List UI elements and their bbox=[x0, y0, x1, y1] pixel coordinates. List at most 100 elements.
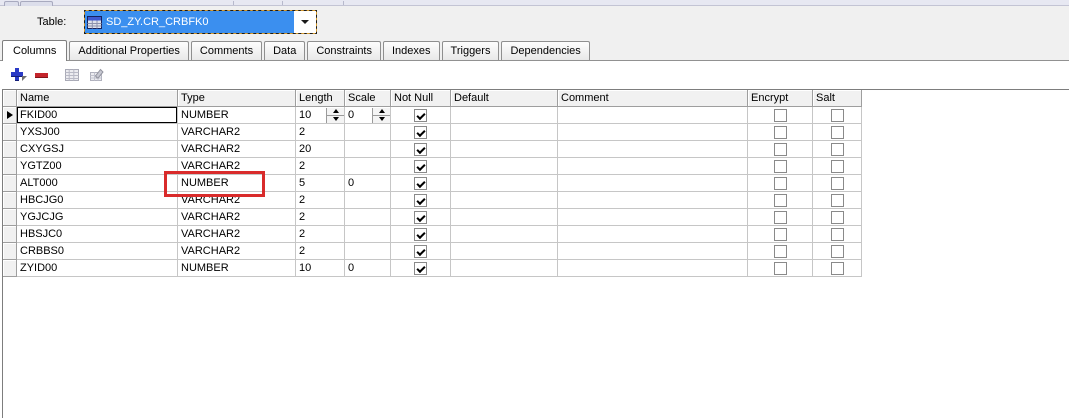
spinner-control[interactable] bbox=[326, 107, 344, 123]
cell-scale[interactable] bbox=[345, 158, 391, 175]
encrypt-checkbox[interactable] bbox=[773, 244, 787, 258]
cell-scale[interactable] bbox=[345, 124, 391, 141]
salt-checkbox[interactable] bbox=[830, 176, 844, 190]
cell-length[interactable]: 10 bbox=[296, 260, 345, 277]
row-selector[interactable] bbox=[3, 124, 17, 141]
cell-salt[interactable] bbox=[813, 192, 862, 209]
row-selector[interactable] bbox=[3, 158, 17, 175]
cell-scale[interactable]: 0 bbox=[345, 175, 391, 192]
cell-type[interactable]: VARCHAR2 bbox=[178, 226, 296, 243]
cell-length[interactable]: 10 bbox=[296, 107, 345, 124]
cell-type[interactable]: VARCHAR2 bbox=[178, 141, 296, 158]
encrypt-checkbox[interactable] bbox=[773, 261, 787, 275]
salt-checkbox[interactable] bbox=[830, 227, 844, 241]
cell-not-null[interactable] bbox=[391, 243, 451, 260]
cell-comment[interactable] bbox=[558, 243, 748, 260]
cell-encrypt[interactable] bbox=[748, 260, 813, 277]
cell-not-null[interactable] bbox=[391, 158, 451, 175]
cell-encrypt[interactable] bbox=[748, 209, 813, 226]
spinner-down-button[interactable] bbox=[373, 114, 390, 123]
cell-encrypt[interactable] bbox=[748, 175, 813, 192]
cell-comment[interactable] bbox=[558, 226, 748, 243]
not-null-checkbox[interactable] bbox=[414, 108, 427, 122]
spinner-up-button[interactable] bbox=[373, 108, 390, 115]
cell-comment[interactable] bbox=[558, 124, 748, 141]
cell-scale[interactable]: 0 bbox=[345, 260, 391, 277]
cell-default[interactable] bbox=[451, 260, 558, 277]
tab-comments[interactable]: Comments bbox=[190, 41, 263, 60]
cell-encrypt[interactable] bbox=[748, 243, 813, 260]
cell-length[interactable]: 2 bbox=[296, 209, 345, 226]
cell-not-null[interactable] bbox=[391, 175, 451, 192]
cell-name[interactable]: CXYGSJ bbox=[17, 141, 178, 158]
cell-comment[interactable] bbox=[558, 158, 748, 175]
cell-length[interactable]: 5 bbox=[296, 175, 345, 192]
tab-columns[interactable]: Columns bbox=[2, 40, 68, 61]
cell-scale[interactable] bbox=[345, 243, 391, 260]
cell-salt[interactable] bbox=[813, 226, 862, 243]
encrypt-checkbox[interactable] bbox=[773, 159, 787, 173]
cell-default[interactable] bbox=[451, 209, 558, 226]
cell-comment[interactable] bbox=[558, 175, 748, 192]
salt-checkbox[interactable] bbox=[830, 108, 844, 122]
cell-salt[interactable] bbox=[813, 107, 862, 124]
spinner-up-button[interactable] bbox=[327, 108, 344, 115]
row-selector[interactable] bbox=[3, 260, 17, 277]
not-null-checkbox[interactable] bbox=[414, 210, 427, 224]
salt-checkbox[interactable] bbox=[830, 159, 844, 173]
cell-scale[interactable] bbox=[345, 209, 391, 226]
cell-type[interactable]: NUMBER bbox=[178, 260, 296, 277]
row-selector[interactable] bbox=[3, 141, 17, 158]
cell-scale[interactable] bbox=[345, 141, 391, 158]
cell-default[interactable] bbox=[451, 141, 558, 158]
cell-name[interactable]: YGJCJG bbox=[17, 209, 178, 226]
table-combobox-selection[interactable]: SD_ZY.CR_CRBFK0 bbox=[85, 11, 294, 33]
cell-salt[interactable] bbox=[813, 141, 862, 158]
cell-type[interactable]: VARCHAR2 bbox=[178, 158, 296, 175]
not-null-checkbox[interactable] bbox=[414, 244, 427, 258]
cell-encrypt[interactable] bbox=[748, 107, 813, 124]
encrypt-checkbox[interactable] bbox=[773, 176, 787, 190]
row-selector[interactable] bbox=[3, 243, 17, 260]
tab-data[interactable]: Data bbox=[264, 41, 306, 60]
cell-name[interactable]: YGTZ00 bbox=[17, 158, 178, 175]
cell-type[interactable]: VARCHAR2 bbox=[178, 243, 296, 260]
cell-not-null[interactable] bbox=[391, 192, 451, 209]
encrypt-checkbox[interactable] bbox=[773, 125, 787, 139]
cell-name[interactable]: YXSJ00 bbox=[17, 124, 178, 141]
cell-length[interactable]: 2 bbox=[296, 124, 345, 141]
cell-comment[interactable] bbox=[558, 107, 748, 124]
spinner-down-button[interactable] bbox=[327, 114, 344, 123]
cell-default[interactable] bbox=[451, 107, 558, 124]
cell-not-null[interactable] bbox=[391, 141, 451, 158]
cell-salt[interactable] bbox=[813, 243, 862, 260]
cell-not-null[interactable] bbox=[391, 260, 451, 277]
row-selector[interactable] bbox=[3, 192, 17, 209]
cell-length[interactable]: 2 bbox=[296, 158, 345, 175]
not-null-checkbox[interactable] bbox=[414, 193, 427, 207]
cell-default[interactable] bbox=[451, 192, 558, 209]
cell-salt[interactable] bbox=[813, 260, 862, 277]
add-column-button[interactable] bbox=[5, 63, 29, 86]
cell-salt[interactable] bbox=[813, 124, 862, 141]
cell-encrypt[interactable] bbox=[748, 124, 813, 141]
cell-length[interactable]: 2 bbox=[296, 226, 345, 243]
row-selector[interactable] bbox=[3, 209, 17, 226]
cell-encrypt[interactable] bbox=[748, 226, 813, 243]
cell-comment[interactable] bbox=[558, 192, 748, 209]
cell-comment[interactable] bbox=[558, 260, 748, 277]
salt-checkbox[interactable] bbox=[830, 261, 844, 275]
cell-not-null[interactable] bbox=[391, 226, 451, 243]
cell-scale[interactable] bbox=[345, 192, 391, 209]
cell-length[interactable]: 2 bbox=[296, 192, 345, 209]
salt-checkbox[interactable] bbox=[830, 193, 844, 207]
row-selector[interactable] bbox=[3, 226, 17, 243]
not-null-checkbox[interactable] bbox=[414, 176, 427, 190]
cell-not-null[interactable] bbox=[391, 107, 451, 124]
table-edit-button[interactable] bbox=[84, 63, 108, 86]
cell-length[interactable]: 2 bbox=[296, 243, 345, 260]
table-combobox-dropdown-button[interactable] bbox=[294, 11, 316, 33]
tab-dependencies[interactable]: Dependencies bbox=[501, 41, 590, 60]
cell-scale[interactable] bbox=[345, 226, 391, 243]
salt-checkbox[interactable] bbox=[830, 244, 844, 258]
